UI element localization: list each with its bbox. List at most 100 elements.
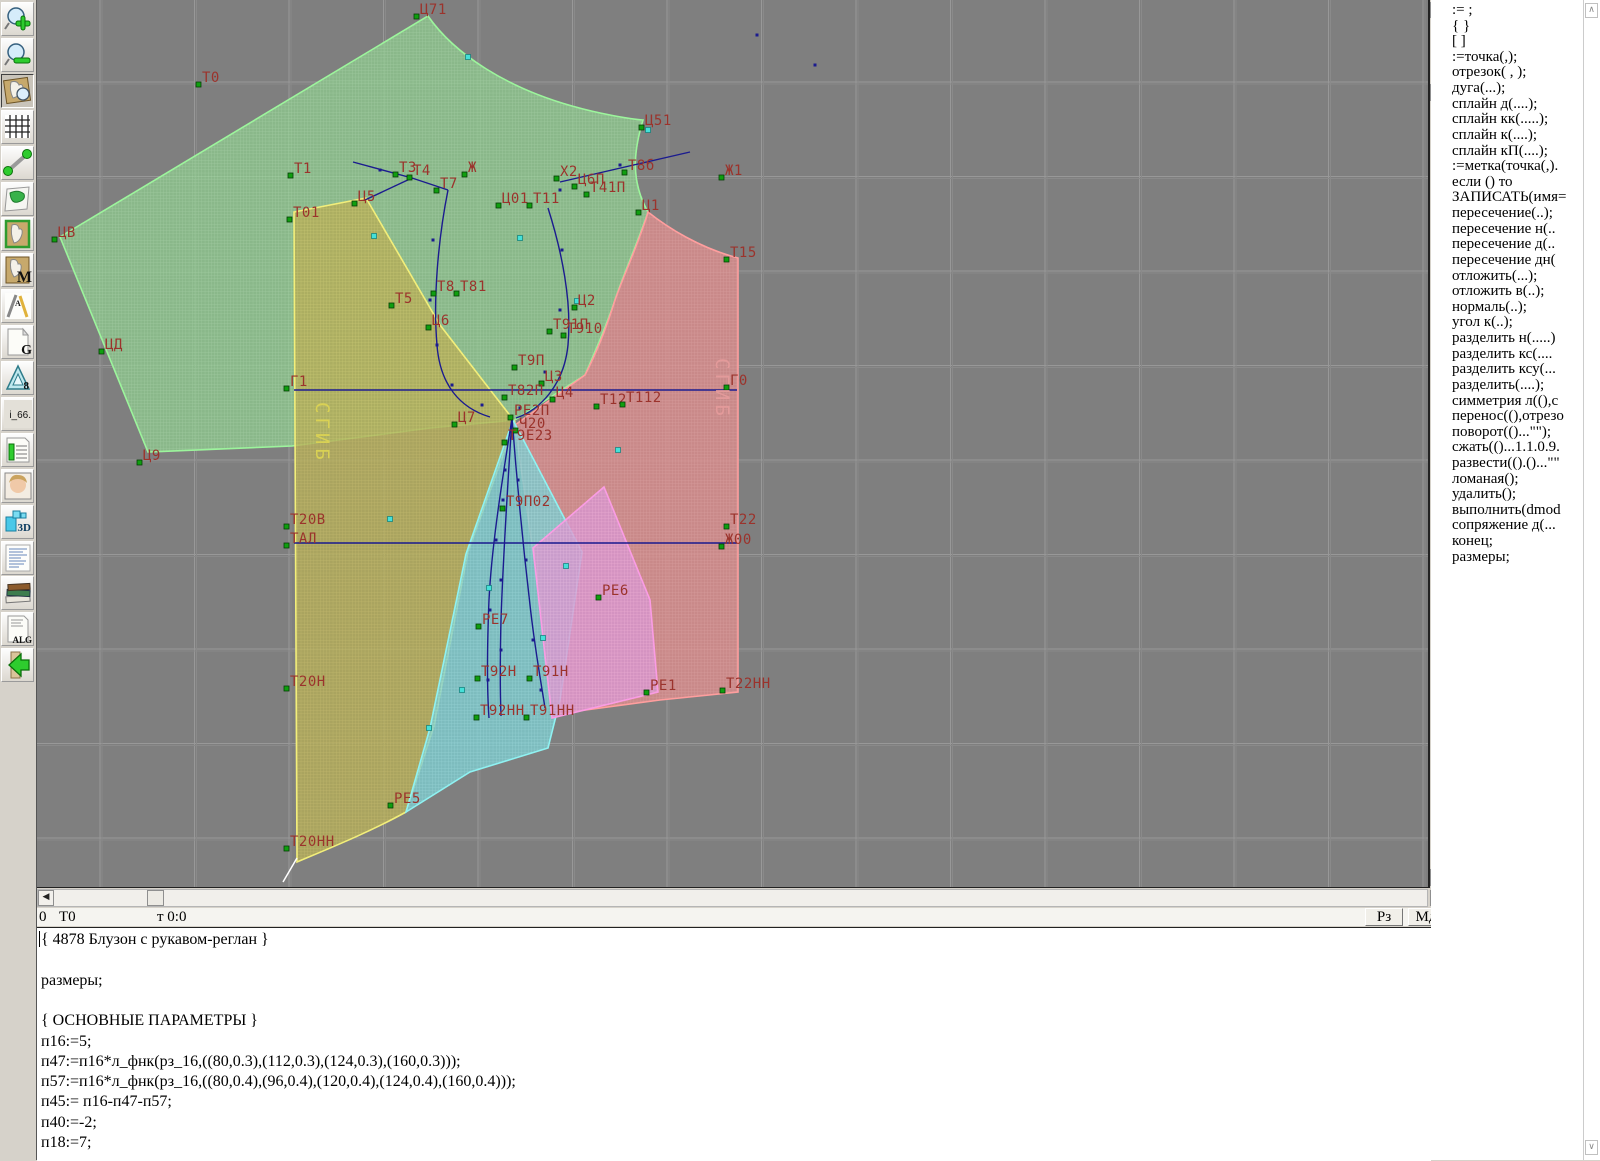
pattern-m-button[interactable]: M: [1, 253, 34, 287]
point-label-Т5: Т5: [395, 291, 413, 307]
pattern-piece-button[interactable]: [1, 217, 34, 251]
point-marker-Ц9: [137, 460, 142, 465]
status-point: Т0: [59, 908, 76, 926]
preview-pattern-button[interactable]: [1, 74, 34, 108]
palette-item-5[interactable]: дуга(...);: [1452, 80, 1505, 97]
palette-item-4[interactable]: отрезок( , );: [1452, 64, 1526, 81]
point-marker-РЕ2П: [508, 415, 513, 420]
i66-button[interactable]: i_66.: [1, 397, 34, 431]
canvas-hscroll-track[interactable]: ◀: [37, 889, 1428, 907]
point-marker-Т81: [454, 291, 459, 296]
picture-button[interactable]: [1, 182, 34, 216]
editor-line-2: размеры;: [41, 972, 103, 990]
point-label-Т0: Т0: [202, 70, 220, 86]
palette-item-3[interactable]: :=точка(,);: [1452, 49, 1517, 66]
teal-point-marker: [427, 726, 432, 731]
palette-item-14[interactable]: пересечение н(..: [1452, 221, 1556, 238]
canvas-hscroll-left[interactable]: ◀: [38, 890, 54, 906]
curve-node: [532, 639, 535, 642]
palette-item-21[interactable]: разделить н(.....): [1452, 330, 1556, 347]
palette-item-24[interactable]: разделить(....);: [1452, 377, 1544, 394]
palette-item-13[interactable]: пересечение(..);: [1452, 205, 1553, 222]
point-marker-РЕ7: [476, 624, 481, 629]
palette-item-6[interactable]: сплайн д(....);: [1452, 96, 1537, 113]
palette-item-31[interactable]: удалить();: [1452, 486, 1516, 503]
palette-item-27[interactable]: поворот(()..."");: [1452, 424, 1551, 441]
table-button[interactable]: [1, 433, 34, 467]
point-label-Т8: Т8: [437, 279, 455, 295]
palette-item-25[interactable]: симметрия л((),с: [1452, 393, 1558, 410]
palette-item-28[interactable]: сжать(()...1.1.0.9.: [1452, 439, 1560, 456]
teal-point-marker: [518, 236, 523, 241]
palette-item-2[interactable]: [ ]: [1452, 33, 1466, 50]
code-editor[interactable]: { 4878 Блузон с рукавом-реглан }размеры;…: [37, 927, 1431, 1161]
point-marker-Т910: [561, 333, 566, 338]
exit-button[interactable]: [1, 648, 34, 682]
palette-item-22[interactable]: разделить кс(....: [1452, 346, 1552, 363]
teal-point-marker: [460, 688, 465, 693]
text-caret: [39, 931, 40, 947]
palette-item-0[interactable]: := ;: [1452, 2, 1473, 19]
rz-button[interactable]: Рз: [1365, 908, 1403, 926]
palette-item-29[interactable]: развести(().()..."": [1452, 455, 1560, 472]
point-marker-Ц2: [572, 305, 577, 310]
palette-item-1[interactable]: { }: [1452, 18, 1470, 35]
palette-item-33[interactable]: сопряжение д(...: [1452, 517, 1556, 534]
palette-vscroll-up[interactable]: ∧: [1585, 3, 1598, 18]
draw-tools-button[interactable]: A: [1, 289, 34, 323]
palette-item-18[interactable]: отложить в(..);: [1452, 283, 1544, 300]
palette-item-30[interactable]: ломаная();: [1452, 471, 1519, 488]
measure-line-button[interactable]: [1, 146, 34, 180]
point-label-Ц6: Ц6: [432, 313, 450, 329]
palette-item-7[interactable]: сплайн кк(.....);: [1452, 111, 1548, 128]
palette-item-11[interactable]: если () то: [1452, 174, 1513, 191]
point-label-Т20В: Т20В: [290, 512, 326, 528]
ruler-8-button[interactable]: 8: [1, 361, 34, 395]
status-coords: т 0:0: [157, 908, 186, 926]
canvas-hscroll-thumb[interactable]: [147, 890, 164, 906]
point-label-Ц3: Ц3: [545, 369, 563, 385]
curve-node: [451, 384, 454, 387]
palette-item-19[interactable]: нормаль(..);: [1452, 299, 1527, 316]
photo-button[interactable]: [1, 469, 34, 503]
point-label-Т112: Т112: [626, 390, 662, 406]
palette-item-32[interactable]: выполнить(dmod: [1452, 502, 1561, 519]
drawing-canvas[interactable]: Ц71Т0Т1Т3Т4ЖТ7Ц5Т01ЦВЦ51Х2Ц6ПТ8бТ41ПЖ1Ц1…: [37, 0, 1428, 887]
palette-item-16[interactable]: пересечение дн(: [1452, 252, 1556, 269]
page-g-button[interactable]: G: [1, 325, 34, 359]
palette-item-26[interactable]: перенос((),отрезо: [1452, 408, 1564, 425]
palette-item-20[interactable]: угол к(..);: [1452, 314, 1513, 331]
point-marker-Т15: [724, 257, 729, 262]
palette-item-17[interactable]: отложить(...);: [1452, 268, 1537, 285]
palette-item-35[interactable]: размеры;: [1452, 549, 1510, 566]
palette-item-23[interactable]: разделить ксу(...: [1452, 361, 1556, 378]
palette-item-15[interactable]: пересечение д(..: [1452, 236, 1555, 253]
point-marker-Т112: [620, 402, 625, 407]
zoom-out-button[interactable]: [1, 38, 34, 72]
curve-node: [500, 579, 503, 582]
palette-vscroll-down[interactable]: ∨: [1585, 1140, 1598, 1155]
palette-item-12[interactable]: ЗАПИСАТЬ(имя=: [1452, 189, 1566, 206]
point-label-Ц5: Ц5: [358, 189, 376, 205]
threed-button[interactable]: 3D: [1, 505, 34, 539]
command-palette[interactable]: := ;{ }[ ]:=точка(,);отрезок( , );дуга(.…: [1431, 0, 1600, 1160]
fold-label-0: СГИБ: [311, 402, 333, 464]
point-label-Ц2: Ц2: [578, 293, 596, 309]
palette-item-10[interactable]: :=метка(точка(,).: [1452, 158, 1558, 175]
palette-item-9[interactable]: сплайн кП(....);: [1452, 143, 1548, 160]
curve-node: [517, 479, 520, 482]
point-label-Т20Н: Т20Н: [290, 674, 326, 690]
palette-item-8[interactable]: сплайн к(....);: [1452, 127, 1537, 144]
palette-item-34[interactable]: конец;: [1452, 533, 1493, 550]
point-label-Т22: Т22: [730, 512, 757, 528]
grid-button[interactable]: [1, 110, 34, 144]
point-marker-Г1: [284, 386, 289, 391]
zoom-in-button[interactable]: [1, 2, 34, 36]
alg-button[interactable]: ALG: [1, 612, 34, 646]
point-marker-Т5: [389, 303, 394, 308]
notes-button[interactable]: [1, 541, 34, 575]
point-marker-Т9П02: [500, 506, 505, 511]
point-marker-Т92Н: [475, 676, 480, 681]
books-button[interactable]: [1, 576, 34, 610]
palette-vscroll[interactable]: ∧ ∨: [1583, 0, 1599, 1160]
